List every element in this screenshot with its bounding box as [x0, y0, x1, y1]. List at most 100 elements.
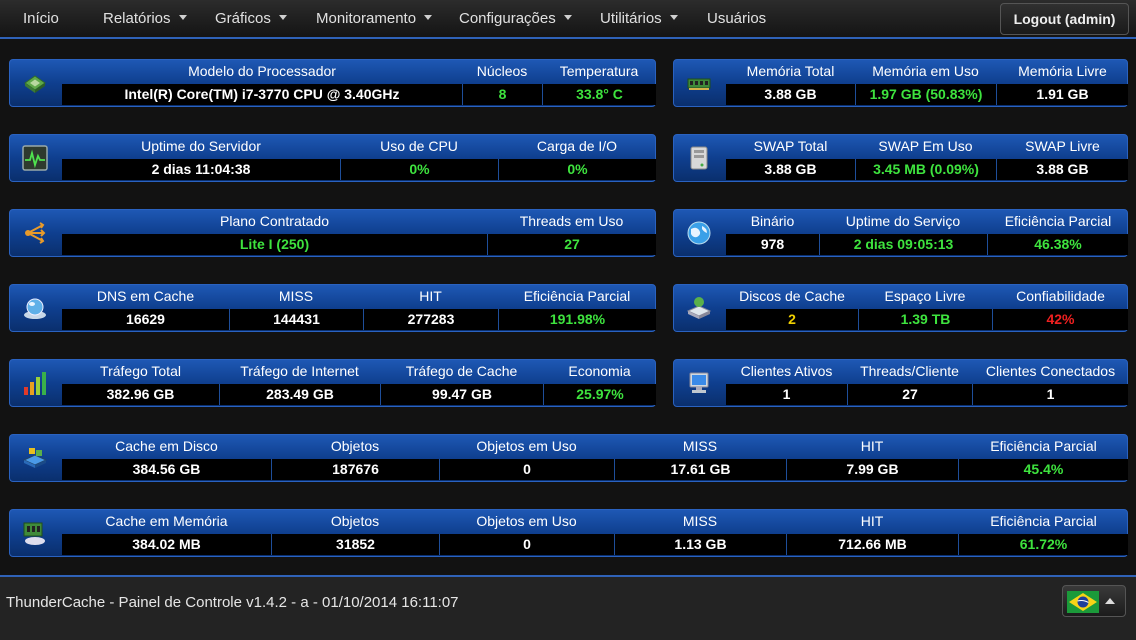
logout-button[interactable]: Logout (admin) [1000, 3, 1129, 35]
value-partial-efficiency: 46.38% [987, 234, 1128, 255]
header-swap-total: SWAP Total [753, 138, 828, 154]
value-row: 384.02 MB 31852 0 1.13 GB 712.66 MB 61.7… [62, 534, 1128, 555]
language-selector[interactable] [1062, 585, 1126, 617]
chevron-down-icon [424, 14, 433, 20]
header-free-space: Espaço Livre [884, 288, 966, 304]
footer-version-text: ThunderCache - Painel de Controle v1.4.2… [6, 594, 459, 611]
value-io-load: 0% [498, 159, 656, 180]
header-swap-free: SWAP Livre [1025, 138, 1100, 154]
value-row: 16629 144431 277283 191.98% [62, 309, 656, 330]
nav-configuracoes-label: Configurações [459, 10, 556, 27]
cpu-chip-icon [24, 75, 46, 93]
value-dns-miss: 144431 [229, 309, 363, 330]
value-disk-miss: 17.61 GB [614, 459, 786, 480]
header-memory-free: Memória Livre [1018, 63, 1107, 79]
memory-panel: Memória Total Memória em Uso Memória Liv… [673, 59, 1128, 107]
value-disk-objects-in-use: 0 [439, 459, 614, 480]
value-internet-traffic: 283.49 GB [219, 384, 380, 405]
value-row: Lite I (250) 27 [62, 234, 656, 255]
value-memory-cache: 384.02 MB [132, 536, 201, 552]
plan-panel: Plano Contratado Threads em Uso Lite I (… [9, 209, 656, 257]
header-memory-total: Memória Total [746, 63, 835, 79]
value-memory-hit: 712.66 MB [786, 534, 958, 555]
value-total-traffic: 382.96 GB [106, 386, 175, 402]
nav-graficos-label: Gráficos [215, 10, 271, 27]
value-cache-traffic: 99.47 GB [380, 384, 543, 405]
value-memory-total: 3.88 GB [764, 86, 817, 102]
value-server-uptime: 2 dias 11:04:38 [151, 161, 251, 177]
nav-monitoramento[interactable]: Monitoramento [316, 10, 433, 27]
header-dns-miss: MISS [278, 288, 314, 304]
value-memory-efficiency: 61.72% [958, 534, 1128, 555]
value-savings: 25.97% [543, 384, 656, 405]
nav-usuarios[interactable]: Usuários [707, 10, 766, 27]
value-threads-in-use: 27 [487, 234, 656, 255]
nav-monitoramento-label: Monitoramento [316, 10, 417, 27]
header-threads-per-client: Threads/Cliente [860, 363, 959, 379]
nav-utilitarios[interactable]: Utilitários [600, 10, 678, 27]
header-memory-objects-in-use: Objetos em Uso [476, 513, 577, 529]
nav-graficos[interactable]: Gráficos [215, 10, 287, 27]
swap-panel: SWAP Total SWAP Em Uso SWAP Livre 3.88 G… [673, 134, 1128, 182]
clients-panel: Clientes Ativos Threads/Cliente Clientes… [673, 359, 1128, 407]
header-disk-hit: HIT [860, 438, 884, 454]
header-server-uptime: Uptime do Servidor [141, 138, 261, 154]
binary-panel: Binário Uptime do Serviço Eficiência Par… [673, 209, 1128, 257]
header-partial-efficiency: Eficiência Parcial [1004, 213, 1112, 229]
chevron-down-icon [563, 14, 572, 20]
value-dns-efficiency: 191.98% [498, 309, 656, 330]
chevron-down-icon [278, 14, 287, 20]
nav-configuracoes[interactable]: Configurações [459, 10, 572, 27]
value-memory-miss: 1.13 GB [614, 534, 786, 555]
value-swap-used: 3.45 MB (0.09%) [855, 159, 996, 180]
value-disk-efficiency: 45.4% [958, 459, 1128, 480]
header-memory-objects: Objetos [330, 513, 380, 529]
header-total-traffic: Tráfego Total [100, 363, 181, 379]
header-processor-model: Modelo do Processador [188, 63, 336, 79]
activity-monitor-icon [22, 145, 48, 171]
header-internet-traffic: Tráfego de Internet [240, 363, 359, 379]
value-free-space: 1.39 TB [858, 309, 992, 330]
network-share-icon [25, 222, 46, 244]
value-memory-used: 1.97 GB (50.83%) [855, 84, 996, 105]
header-service-uptime: Uptime do Serviço [845, 213, 961, 229]
header-cache-disks: Discos de Cache [739, 288, 845, 304]
header-cores: Núcleos [476, 63, 528, 79]
header-memory-hit: HIT [860, 513, 884, 529]
nav-inicio[interactable]: Início [23, 10, 59, 27]
nav-inicio-label: Início [23, 10, 59, 27]
disks-panel: Discos de Cache Espaço Livre Confiabilid… [673, 284, 1128, 332]
globe-icon [687, 221, 711, 245]
header-disk-efficiency: Eficiência Parcial [990, 438, 1097, 454]
value-disk-cache: 384.56 GB [132, 461, 201, 477]
nav-utilitarios-label: Utilitários [600, 10, 662, 27]
header-reliability: Confiabilidade [1016, 288, 1105, 304]
header-cpu-usage: Uso de CPU [380, 138, 458, 154]
value-memory-objects-in-use: 0 [439, 534, 614, 555]
value-row: 3.88 GB 1.97 GB (50.83%) 1.91 GB [726, 84, 1128, 105]
value-row: 2 dias 11:04:38 0% 0% [62, 159, 656, 180]
brazil-flag-icon [1067, 591, 1099, 613]
header-io-load: Carga de I/O [536, 138, 618, 154]
header-swap-used: SWAP Em Uso [878, 138, 973, 154]
value-connected-clients: 1 [972, 384, 1128, 405]
chevron-down-icon [178, 14, 187, 20]
top-navbar: Início Relatórios Gráficos Monitoramento… [0, 0, 1136, 39]
traffic-panel: Tráfego Total Tráfego de Internet Tráfeg… [9, 359, 656, 407]
value-row: Intel(R) Core(TM) i7-3770 CPU @ 3.40GHz … [62, 84, 656, 105]
value-swap-free: 3.88 GB [996, 159, 1128, 180]
nav-relatorios[interactable]: Relatórios [103, 10, 187, 27]
value-threads-per-client: 27 [847, 384, 972, 405]
header-disk-miss: MISS [682, 438, 718, 454]
header-memory-efficiency: Eficiência Parcial [990, 513, 1097, 529]
memory-cache-panel: Cache em Memória Objetos Objetos em Uso … [9, 509, 1128, 557]
value-memory-objects: 31852 [271, 534, 439, 555]
nav-usuarios-label: Usuários [707, 10, 767, 27]
header-temperature: Temperatura [559, 63, 639, 79]
header-savings: Economia [568, 363, 631, 379]
header-memory-cache: Cache em Memória [105, 513, 228, 529]
chevron-up-icon [1105, 598, 1115, 604]
value-cache-disks: 2 [788, 311, 796, 327]
dns-cache-icon [24, 298, 46, 319]
value-row: 2 1.39 TB 42% [726, 309, 1128, 330]
